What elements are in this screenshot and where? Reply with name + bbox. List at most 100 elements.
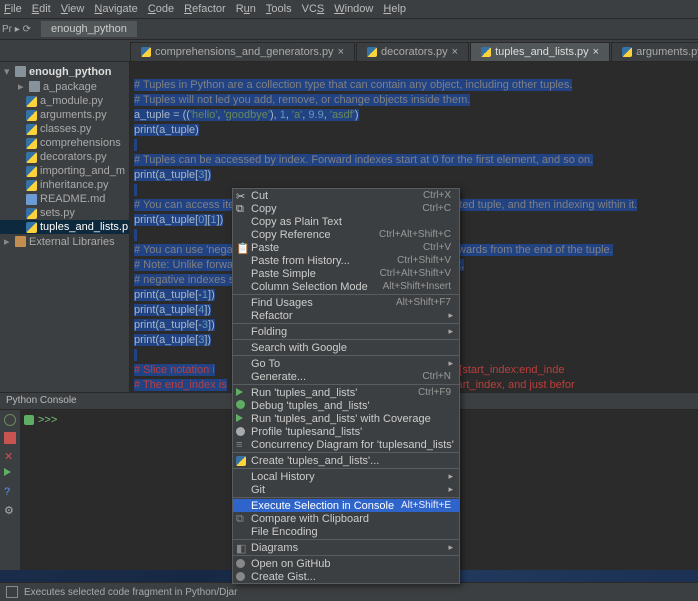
ctx-copy-plain[interactable]: Copy as Plain Text bbox=[233, 215, 459, 228]
help-icon[interactable]: ? bbox=[4, 486, 16, 498]
python-icon bbox=[26, 138, 37, 149]
menu-window[interactable]: Window bbox=[334, 3, 373, 15]
ctx-file-encoding[interactable]: File Encoding bbox=[233, 525, 459, 538]
coverage-icon bbox=[236, 413, 248, 425]
ctx-open-github[interactable]: Open on GitHub bbox=[233, 557, 459, 570]
close-icon[interactable]: × bbox=[452, 46, 458, 58]
ctx-paste-history[interactable]: Paste from History...Ctrl+Shift+V bbox=[233, 254, 459, 267]
tree-item[interactable]: arguments.py bbox=[0, 108, 129, 122]
ctx-create-gist[interactable]: Create Gist... bbox=[233, 570, 459, 583]
status-icon bbox=[6, 586, 18, 598]
editor-tabs: comprehensions_and_generators.py× decora… bbox=[0, 40, 698, 62]
tree-item[interactable]: ▸a_package bbox=[0, 79, 129, 94]
menu-code[interactable]: Code bbox=[148, 3, 174, 15]
ctx-execute-selection[interactable]: Execute Selection in ConsoleAlt+Shift+E bbox=[233, 499, 459, 512]
tree-item[interactable]: sets.py bbox=[0, 206, 129, 220]
stop-icon[interactable] bbox=[4, 432, 16, 444]
ctx-generate[interactable]: Generate...Ctrl+N bbox=[233, 370, 459, 383]
folder-icon bbox=[29, 81, 40, 92]
status-bar: Executes selected code fragment in Pytho… bbox=[0, 582, 698, 601]
ctx-paste[interactable]: 📋PasteCtrl+V bbox=[233, 241, 459, 254]
run-icon[interactable] bbox=[4, 468, 16, 480]
ctx-copy[interactable]: ⧉CopyCtrl+C bbox=[233, 202, 459, 215]
ctx-profile[interactable]: Profile 'tuplesand_lists' bbox=[233, 425, 459, 438]
menu-vcs[interactable]: VCS bbox=[302, 3, 325, 15]
menu-edit[interactable]: Edit bbox=[32, 3, 51, 15]
ctx-create-config[interactable]: Create 'tuples_and_lists'... bbox=[233, 454, 459, 467]
ctx-run-coverage[interactable]: Run 'tuples_and_lists' with Coverage bbox=[233, 412, 459, 425]
diagram-icon: ◧ bbox=[236, 542, 248, 554]
python-icon bbox=[26, 96, 37, 107]
tree-item-selected[interactable]: tuples_and_lists.p bbox=[0, 220, 129, 234]
tab-decorators[interactable]: decorators.py× bbox=[356, 42, 469, 61]
ctx-debug[interactable]: Debug 'tuples_and_lists' bbox=[233, 399, 459, 412]
close-icon[interactable]: × bbox=[593, 46, 599, 58]
library-icon bbox=[15, 236, 26, 247]
toolbar: Pr ▸ ⟳ enough_python bbox=[0, 19, 698, 40]
ctx-diagrams[interactable]: ◧Diagrams▸ bbox=[233, 541, 459, 554]
ctx-search-google[interactable]: Search with Google bbox=[233, 341, 459, 354]
tree-root[interactable]: ▾enough_python bbox=[0, 64, 129, 79]
gist-icon bbox=[236, 572, 245, 581]
ctx-cut[interactable]: ✂CutCtrl+X bbox=[233, 189, 459, 202]
breadcrumb-tab[interactable]: enough_python bbox=[41, 21, 137, 37]
ctx-folding[interactable]: Folding▸ bbox=[233, 325, 459, 338]
ctx-refactor[interactable]: Refactor▸ bbox=[233, 309, 459, 322]
python-icon bbox=[622, 47, 632, 57]
ctx-local-history[interactable]: Local History▸ bbox=[233, 470, 459, 483]
python-icon bbox=[26, 166, 37, 177]
ctx-goto[interactable]: Go To▸ bbox=[233, 357, 459, 370]
ctx-git[interactable]: Git▸ bbox=[233, 483, 459, 496]
github-icon bbox=[236, 559, 245, 568]
python-icon bbox=[141, 47, 151, 57]
tree-item[interactable]: classes.py bbox=[0, 122, 129, 136]
tree-external-libs[interactable]: ▸External Libraries bbox=[0, 234, 129, 249]
python-icon bbox=[26, 152, 37, 163]
close-icon[interactable]: ✕ bbox=[4, 450, 16, 462]
python-icon bbox=[367, 47, 377, 57]
menu-refactor[interactable]: Refactor bbox=[184, 3, 226, 15]
python-icon bbox=[26, 110, 37, 121]
tree-item[interactable]: decorators.py bbox=[0, 150, 129, 164]
ctx-column-selection[interactable]: Column Selection ModeAlt+Shift+Insert bbox=[233, 280, 459, 293]
tree-item[interactable]: comprehensions bbox=[0, 136, 129, 150]
menu-run[interactable]: Run bbox=[236, 3, 256, 15]
tab-arguments[interactable]: arguments.py× bbox=[611, 42, 698, 61]
menu-bar: File Edit View Navigate Code Refactor Ru… bbox=[0, 0, 698, 19]
ctx-copy-ref[interactable]: Copy ReferenceCtrl+Alt+Shift+C bbox=[233, 228, 459, 241]
settings-icon[interactable]: ⚙ bbox=[4, 504, 16, 516]
python-icon bbox=[236, 456, 246, 466]
ctx-run[interactable]: Run 'tuples_and_lists'Ctrl+F9 bbox=[233, 386, 459, 399]
ctx-find-usages[interactable]: Find UsagesAlt+Shift+F7 bbox=[233, 296, 459, 309]
concurrency-icon: ≡ bbox=[236, 439, 248, 451]
ctx-compare-clipboard[interactable]: ⧉Compare with Clipboard bbox=[233, 512, 459, 525]
folder-icon bbox=[15, 66, 26, 77]
project-tree[interactable]: ▾enough_python ▸a_package a_module.py ar… bbox=[0, 62, 130, 392]
prompt-icon bbox=[24, 415, 34, 425]
debug-icon bbox=[236, 400, 248, 412]
python-icon bbox=[26, 180, 37, 191]
tree-item[interactable]: inheritance.py bbox=[0, 178, 129, 192]
python-icon bbox=[481, 47, 491, 57]
menu-file[interactable]: File bbox=[4, 3, 22, 15]
status-text: Executes selected code fragment in Pytho… bbox=[24, 587, 237, 598]
menu-tools[interactable]: Tools bbox=[266, 3, 292, 15]
profile-icon bbox=[236, 427, 245, 436]
ctx-concurrency[interactable]: ≡Concurrency Diagram for 'tuplesand_list… bbox=[233, 438, 459, 451]
project-tool-label[interactable]: Pr ▸ ⟳ bbox=[2, 24, 31, 35]
python-icon bbox=[26, 222, 37, 233]
menu-help[interactable]: Help bbox=[383, 3, 406, 15]
tab-tuples-and-lists[interactable]: tuples_and_lists.py× bbox=[470, 42, 610, 61]
menu-view[interactable]: View bbox=[61, 3, 85, 15]
python-icon bbox=[26, 208, 37, 219]
tree-item[interactable]: importing_and_m bbox=[0, 164, 129, 178]
close-icon[interactable]: × bbox=[338, 46, 344, 58]
menu-navigate[interactable]: Navigate bbox=[94, 3, 137, 15]
ctx-paste-simple[interactable]: Paste SimpleCtrl+Alt+Shift+V bbox=[233, 267, 459, 280]
compare-icon: ⧉ bbox=[236, 513, 248, 525]
tab-comprehensions[interactable]: comprehensions_and_generators.py× bbox=[130, 42, 355, 61]
rerun-icon[interactable] bbox=[4, 414, 16, 426]
tree-item[interactable]: a_module.py bbox=[0, 94, 129, 108]
run-icon bbox=[236, 387, 248, 399]
tree-item[interactable]: README.md bbox=[0, 192, 129, 206]
